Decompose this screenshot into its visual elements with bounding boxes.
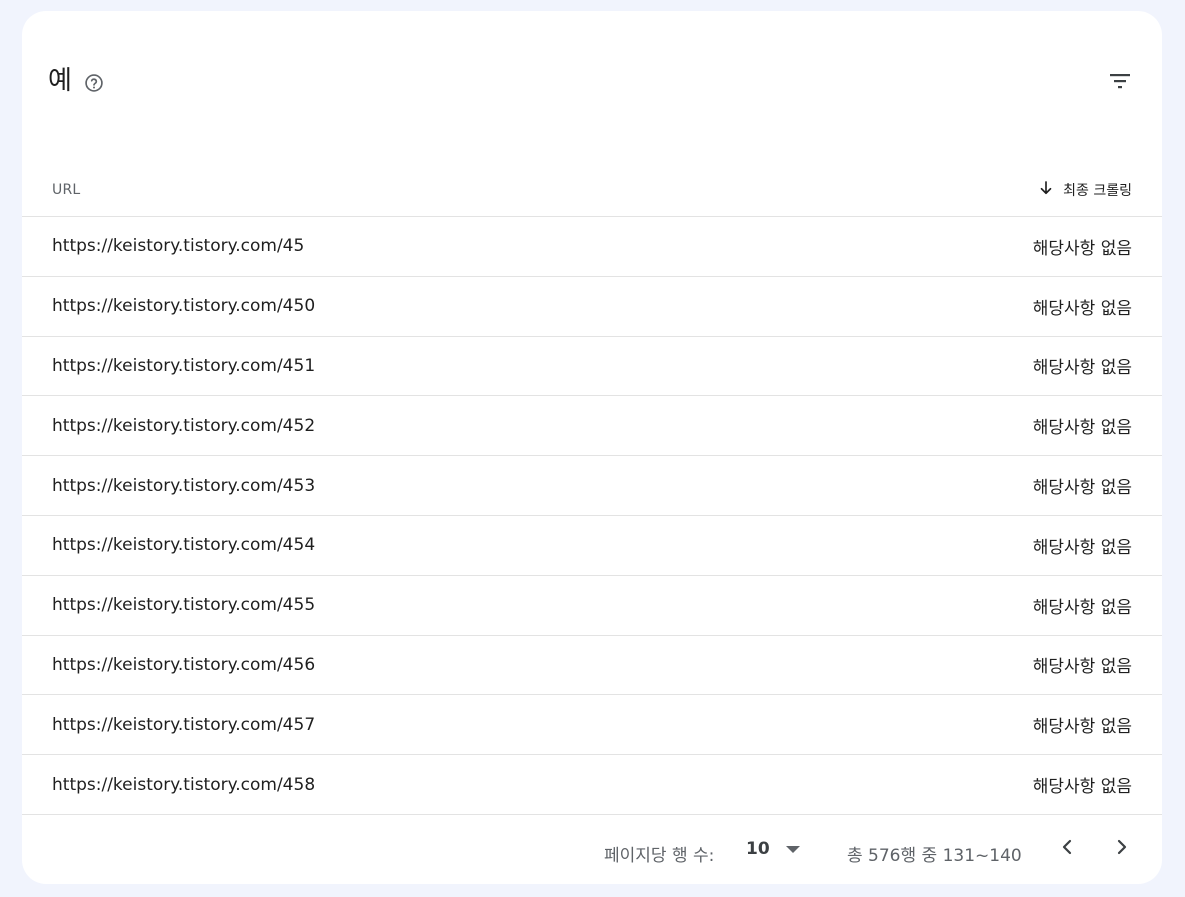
row-last-crawl: 해당사항 없음 [1032,298,1132,319]
table-body: https://keistory.tistory.com/45 해당사항 없음 … [22,217,1162,815]
table-header: URL 최종 크롤링 [22,141,1162,217]
row-url[interactable]: https://keistory.tistory.com/453 [52,476,315,496]
rows-per-page-label: 페이지당 행 수: [604,846,715,866]
table-row[interactable]: https://keistory.tistory.com/452 해당사항 없음 [22,396,1162,457]
row-url[interactable]: https://keistory.tistory.com/450 [52,296,315,316]
table-row[interactable]: https://keistory.tistory.com/458 해당사항 없음 [22,755,1162,815]
chevron-left-icon [1055,835,1079,864]
row-last-crawl: 해당사항 없음 [1032,358,1132,379]
pagination-bar: 페이지당 행 수: 10 총 576행 중 131~140 [22,813,1162,884]
row-url[interactable]: https://keistory.tistory.com/455 [52,595,315,615]
previous-page-button[interactable] [1053,835,1081,863]
row-last-crawl: 해당사항 없음 [1032,657,1132,678]
column-header-last-crawl[interactable]: 최종 크롤링 [1037,179,1132,201]
card-header: 예 [22,11,1162,141]
table-row[interactable]: https://keistory.tistory.com/455 해당사항 없음 [22,576,1162,636]
row-url[interactable]: https://keistory.tistory.com/458 [52,775,315,795]
results-card: 예 URL 최종 크롤링 https://keistory.tistory.co… [22,11,1162,884]
card-title: 예 [48,66,72,96]
table-row[interactable]: https://keistory.tistory.com/450 해당사항 없음 [22,277,1162,337]
row-last-crawl: 해당사항 없음 [1032,238,1132,259]
rows-per-page-select[interactable]: 10 [746,839,800,859]
table-row[interactable]: https://keistory.tistory.com/456 해당사항 없음 [22,636,1162,696]
filter-icon[interactable] [1108,69,1132,93]
column-header-url[interactable]: URL [52,182,80,198]
column-header-last-crawl-label: 최종 크롤링 [1063,183,1132,199]
row-last-crawl: 해당사항 없음 [1032,597,1132,618]
caret-down-icon [785,845,800,853]
row-last-crawl: 해당사항 없음 [1032,478,1132,499]
help-circle-icon[interactable] [84,73,104,93]
row-url[interactable]: https://keistory.tistory.com/451 [52,356,315,376]
row-last-crawl: 해당사항 없음 [1032,717,1132,738]
row-url[interactable]: https://keistory.tistory.com/456 [52,655,315,675]
row-url[interactable]: https://keistory.tistory.com/457 [52,715,315,735]
row-last-crawl: 해당사항 없음 [1032,777,1132,798]
arrow-down-icon [1037,179,1055,201]
next-page-button[interactable] [1108,835,1136,863]
row-last-crawl: 해당사항 없음 [1032,418,1132,439]
row-url[interactable]: https://keistory.tistory.com/452 [52,416,315,436]
rows-per-page-value: 10 [746,839,770,859]
table-row[interactable]: https://keistory.tistory.com/454 해당사항 없음 [22,516,1162,576]
table-row[interactable]: https://keistory.tistory.com/453 해당사항 없음 [22,456,1162,516]
row-url[interactable]: https://keistory.tistory.com/45 [52,236,304,256]
row-url[interactable]: https://keistory.tistory.com/454 [52,535,315,555]
pagination-range: 총 576행 중 131~140 [847,846,1022,866]
table-row[interactable]: https://keistory.tistory.com/457 해당사항 없음 [22,695,1162,756]
table-row[interactable]: https://keistory.tistory.com/45 해당사항 없음 [22,217,1162,277]
chevron-right-icon [1110,835,1134,864]
row-last-crawl: 해당사항 없음 [1032,537,1132,558]
table-row[interactable]: https://keistory.tistory.com/451 해당사항 없음 [22,337,1162,397]
